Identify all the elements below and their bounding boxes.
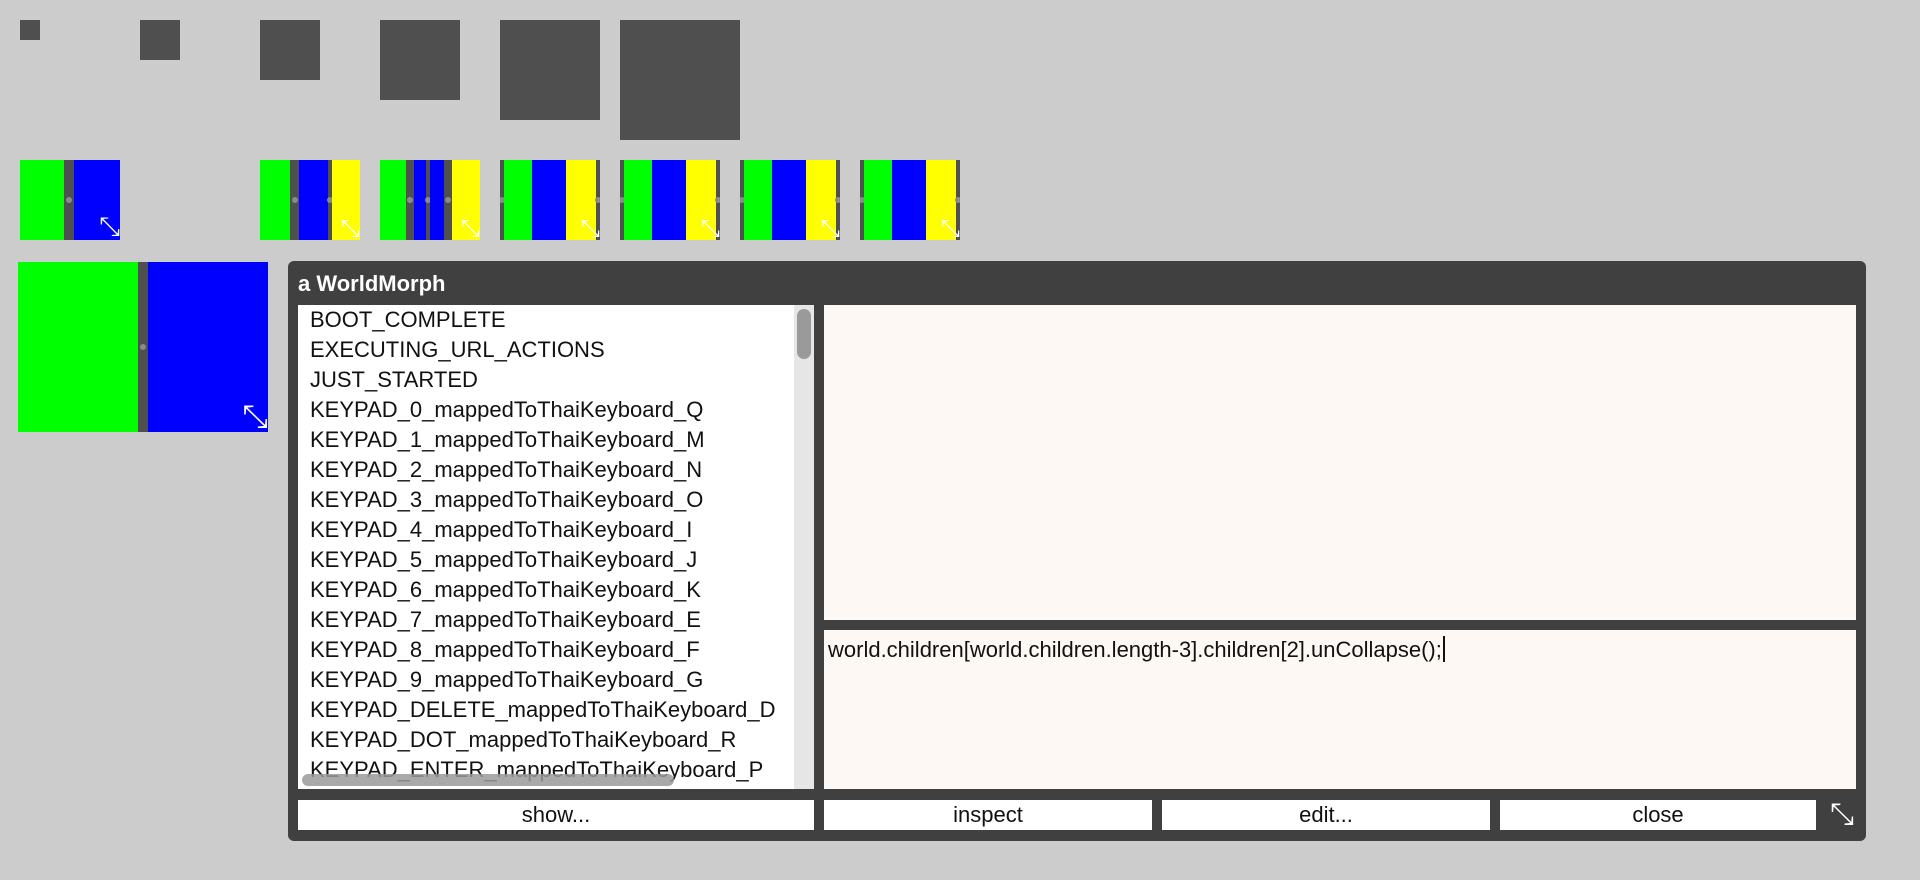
split-panel-six-pane[interactable]: ⤡: [620, 160, 720, 240]
list-item[interactable]: KEYPAD_5_mappedToThaiKeyboard_J: [310, 545, 814, 575]
resize-handle-icon[interactable]: ⤡: [581, 216, 600, 240]
text-cursor: [1442, 636, 1445, 662]
value-pane[interactable]: [824, 305, 1856, 620]
vertical-scrollbar-thumb[interactable]: [797, 309, 811, 359]
pane-divider[interactable]: [290, 160, 299, 240]
resize-handle-icon[interactable]: ⤡: [99, 214, 120, 240]
split-panel-four-pane[interactable]: ⤡: [380, 160, 480, 240]
evaluation-text: world.children[world.children.length-3].…: [828, 637, 1442, 662]
morph-square-2[interactable]: [140, 20, 180, 60]
blue-pane: [430, 160, 444, 240]
green-pane: [744, 160, 772, 240]
green-pane: [624, 160, 652, 240]
pane-divider[interactable]: [406, 160, 414, 240]
inspector-window[interactable]: a WorldMorph BOOT_COMPLETE EXECUTING_URL…: [288, 261, 1866, 841]
list-item[interactable]: KEYPAD_1_mappedToThaiKeyboard_M: [310, 425, 814, 455]
list-item[interactable]: KEYPAD_DOT_mappedToThaiKeyboard_R: [310, 725, 814, 755]
resize-handle-icon[interactable]: ⤡: [941, 216, 960, 240]
window-title[interactable]: a WorldMorph: [298, 271, 445, 297]
close-button[interactable]: close: [1500, 800, 1816, 830]
resize-handle-icon[interactable]: ⤡: [701, 216, 720, 240]
morph-square-3[interactable]: [260, 20, 320, 80]
pane-divider[interactable]: [64, 160, 74, 240]
property-list-items: BOOT_COMPLETE EXECUTING_URL_ACTIONS JUST…: [310, 305, 814, 785]
blue-pane: [299, 160, 328, 240]
resize-handle-icon[interactable]: ⤡: [341, 216, 360, 240]
blue-pane: [772, 160, 806, 240]
split-panel-two-pane[interactable]: ⤡: [20, 160, 120, 240]
green-pane: [20, 160, 64, 240]
list-item[interactable]: EXECUTING_URL_ACTIONS: [310, 335, 814, 365]
list-item[interactable]: KEYPAD_6_mappedToThaiKeyboard_K: [310, 575, 814, 605]
green-pane: [380, 160, 406, 240]
blue-pane: [892, 160, 926, 240]
blue-pane: [652, 160, 686, 240]
list-item[interactable]: BOOT_COMPLETE: [310, 305, 814, 335]
split-panel-large[interactable]: ⤡: [18, 262, 268, 432]
split-panel-five-pane[interactable]: ⤡: [500, 160, 600, 240]
pane-divider[interactable]: [138, 262, 148, 432]
show-button[interactable]: show...: [298, 800, 814, 830]
morph-square-1[interactable]: [20, 20, 40, 40]
vertical-scrollbar[interactable]: [794, 305, 814, 789]
list-item[interactable]: KEYPAD_9_mappedToThaiKeyboard_G: [310, 665, 814, 695]
list-item[interactable]: KEYPAD_8_mappedToThaiKeyboard_F: [310, 635, 814, 665]
inspect-button[interactable]: inspect: [824, 800, 1152, 830]
list-item[interactable]: KEYPAD_DELETE_mappedToThaiKeyboard_D: [310, 695, 814, 725]
resize-handle-icon[interactable]: ⤡: [1826, 799, 1858, 831]
morph-square-4[interactable]: [380, 20, 460, 100]
morph-square-6[interactable]: [620, 20, 740, 140]
blue-pane: [532, 160, 566, 240]
split-panel-eight-pane[interactable]: ⤡: [860, 160, 960, 240]
list-item[interactable]: KEYPAD_4_mappedToThaiKeyboard_I: [310, 515, 814, 545]
list-item[interactable]: KEYPAD_7_mappedToThaiKeyboard_E: [310, 605, 814, 635]
list-item[interactable]: JUST_STARTED: [310, 365, 814, 395]
horizontal-scrollbar-thumb[interactable]: [302, 774, 674, 786]
green-pane: [260, 160, 290, 240]
property-list[interactable]: BOOT_COMPLETE EXECUTING_URL_ACTIONS JUST…: [298, 305, 814, 789]
green-pane: [18, 262, 138, 432]
green-pane: [864, 160, 892, 240]
morph-square-5[interactable]: [500, 20, 600, 120]
resize-handle-icon[interactable]: ⤡: [821, 216, 840, 240]
evaluation-input[interactable]: world.children[world.children.length-3].…: [828, 636, 1445, 663]
green-pane: [504, 160, 532, 240]
pane-divider[interactable]: [444, 160, 452, 240]
list-item[interactable]: KEYPAD_2_mappedToThaiKeyboard_N: [310, 455, 814, 485]
split-panel-three-pane[interactable]: ⤡: [260, 160, 360, 240]
list-item[interactable]: KEYPAD_0_mappedToThaiKeyboard_Q: [310, 395, 814, 425]
resize-handle-icon[interactable]: ⤡: [242, 400, 268, 432]
evaluation-pane[interactable]: world.children[world.children.length-3].…: [824, 630, 1856, 789]
resize-handle-icon[interactable]: ⤡: [461, 216, 480, 240]
list-item[interactable]: KEYPAD_3_mappedToThaiKeyboard_O: [310, 485, 814, 515]
split-panel-seven-pane[interactable]: ⤡: [740, 160, 840, 240]
edit-button[interactable]: edit...: [1162, 800, 1490, 830]
